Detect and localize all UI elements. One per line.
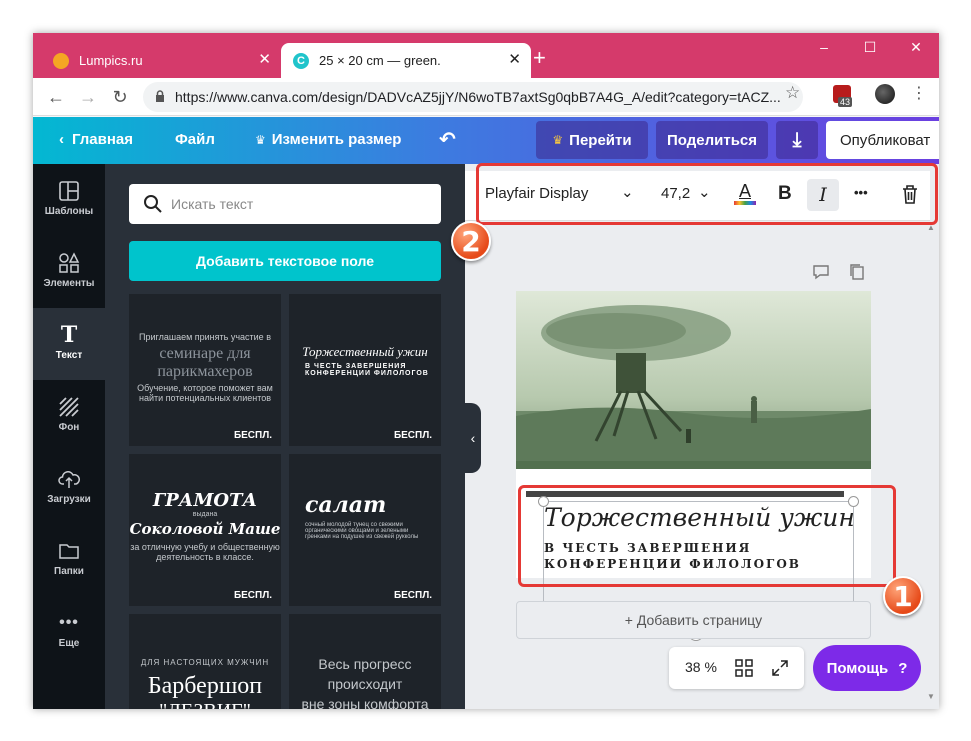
url-input[interactable]: https://www.canva.com/design/DADVcAZ5jjY… <box>143 82 803 112</box>
browser-window: Lumpics.ru ✕ C 25 × 20 cm — green. ✕ + –… <box>33 33 939 709</box>
home-link[interactable]: ‹ Главная <box>59 131 133 148</box>
side-rail: Шаблоны Элементы T Текст Фон Загрузки Па… <box>33 164 105 709</box>
free-badge: БЕСПЛ. <box>390 429 435 442</box>
forward-arrow-icon[interactable]: → <box>77 86 99 108</box>
tab-bar: Lumpics.ru ✕ C 25 × 20 cm — green. ✕ + –… <box>33 33 939 78</box>
canva-favicon-icon: C <box>293 52 309 69</box>
annotation-number: 1 <box>883 576 923 616</box>
text-template[interactable]: ДЛЯ НАСТОЯЩИХ МУЖЧИН Барбершоп "ДЕЗВИГ" <box>129 614 281 709</box>
rail-item-more[interactable]: ••• Еще <box>33 596 105 668</box>
folder-icon <box>59 544 79 559</box>
canva-header: ‹ Главная Файл ♛ Изменить размер ↶ ♛ Перейт… <box>33 117 939 164</box>
zoom-level[interactable]: 38 % <box>685 659 717 675</box>
grid-view-icon[interactable] <box>735 659 753 677</box>
design-image[interactable] <box>516 291 871 469</box>
reload-icon[interactable]: ↻ <box>109 86 131 108</box>
address-bar: ← → ↻ https://www.canva.com/design/DADVc… <box>33 78 939 116</box>
rail-item-text[interactable]: T Текст <box>33 308 105 380</box>
rail-item-templates[interactable]: Шаблоны <box>33 164 105 236</box>
background-icon <box>59 397 79 417</box>
tab-canva[interactable]: C 25 × 20 cm — green. ✕ <box>281 43 531 78</box>
lock-icon <box>156 90 164 102</box>
free-badge: БЕСПЛ. <box>230 429 275 442</box>
resize-button[interactable]: ♛ Изменить размер <box>255 131 401 148</box>
text-template[interactable]: салат сочный молодой тунец со свежими ор… <box>289 454 441 606</box>
search-input[interactable]: Искать текст <box>129 184 441 224</box>
new-tab-icon[interactable]: + <box>533 47 546 69</box>
elements-icon <box>59 252 80 273</box>
question-icon: ? <box>898 659 908 677</box>
free-badge: БЕСПЛ. <box>230 589 275 602</box>
annotation-box-text <box>518 485 896 587</box>
duplicate-page-icon[interactable] <box>849 263 865 281</box>
annotation-box-toolbar <box>476 163 938 225</box>
tab-title: 25 × 20 cm — green. <box>319 53 441 68</box>
annotation-number: 2 <box>451 221 491 261</box>
lumpics-favicon-icon <box>53 52 69 69</box>
free-badge: БЕСПЛ. <box>390 589 435 602</box>
text-template[interactable]: Приглашаем принять участие в семинаре дл… <box>129 294 281 446</box>
url-text: https://www.canva.com/design/DADVcAZ5jjY… <box>175 89 781 105</box>
publish-button[interactable]: Опубликоват <box>826 121 939 159</box>
rail-item-uploads[interactable]: Загрузки <box>33 452 105 524</box>
tab-close-icon[interactable]: ✕ <box>258 52 271 67</box>
more-icon: ••• <box>59 614 79 631</box>
crown-icon: ♛ <box>552 133 564 147</box>
search-icon <box>144 195 162 213</box>
comment-icon[interactable] <box>812 264 830 280</box>
minimize-icon[interactable]: – <box>801 39 847 55</box>
fullscreen-icon[interactable] <box>771 659 789 677</box>
add-text-box-button[interactable]: Добавить текстовое поле <box>129 241 441 281</box>
text-icon: T <box>60 322 78 348</box>
crown-icon: ♛ <box>255 133 266 147</box>
text-panel: Искать текст Добавить текстовое поле При… <box>105 164 465 709</box>
collapse-panel-icon[interactable]: ‹ <box>465 403 481 473</box>
close-window-icon[interactable]: ✕ <box>893 39 939 56</box>
tab-title: Lumpics.ru <box>79 53 143 68</box>
share-button[interactable]: Поделиться <box>656 121 768 159</box>
scrollbar[interactable]: ▲ ▼ <box>925 223 937 707</box>
rail-item-elements[interactable]: Элементы <box>33 236 105 308</box>
text-template[interactable]: Весь прогресс происходит вне зоны комфор… <box>289 614 441 709</box>
text-template[interactable]: ГРАМОТА выдана Соколовой Маше за отличну… <box>129 454 281 606</box>
upload-icon <box>58 471 80 488</box>
undo-icon[interactable]: ↶ <box>439 127 456 152</box>
text-template[interactable]: Торжественный ужин В ЧЕСТЬ ЗАВЕРШЕНИЯ КО… <box>289 294 441 446</box>
extension-badge: 43 <box>838 97 853 107</box>
tab-lumpics[interactable]: Lumpics.ru ✕ <box>41 43 281 78</box>
bookmark-star-icon[interactable]: ☆ <box>785 83 800 103</box>
goto-button[interactable]: ♛ Перейти <box>536 121 648 159</box>
download-icon[interactable]: ⤓ <box>776 121 818 159</box>
rail-item-folders[interactable]: Папки <box>33 524 105 596</box>
browser-menu-icon[interactable]: ⋮ <box>911 83 927 103</box>
chevron-left-icon: ‹ <box>59 131 64 148</box>
profile-avatar[interactable] <box>875 84 895 104</box>
zoom-controls: 38 % <box>669 647 804 689</box>
help-button[interactable]: Помощь ? <box>813 645 921 691</box>
file-menu[interactable]: Файл <box>175 131 215 148</box>
back-arrow-icon[interactable]: ← <box>45 86 67 108</box>
tab-close-icon[interactable]: ✕ <box>508 52 521 67</box>
maximize-icon[interactable]: ☐ <box>847 39 893 56</box>
scroll-down-icon[interactable]: ▼ <box>927 692 935 701</box>
templates-icon <box>59 181 79 201</box>
add-page-button[interactable]: + Добавить страницу <box>516 601 871 639</box>
rail-item-background[interactable]: Фон <box>33 380 105 452</box>
